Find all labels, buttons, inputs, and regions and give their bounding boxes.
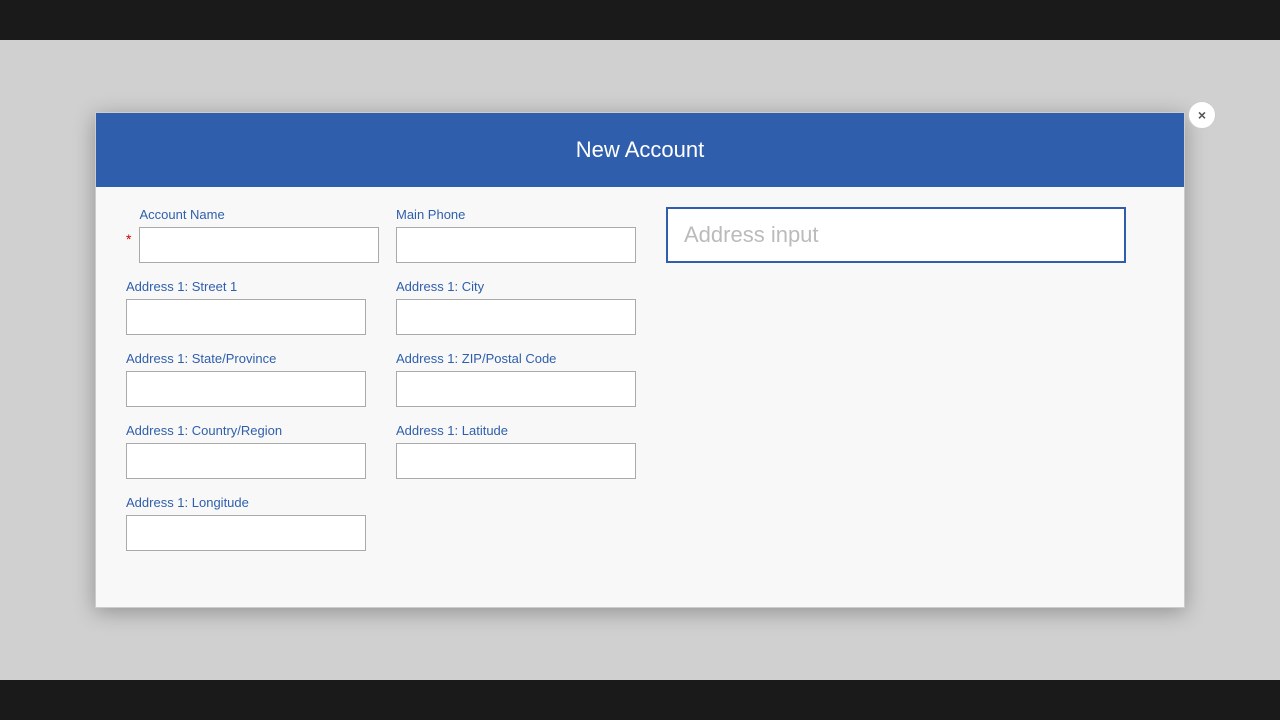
country-input[interactable]: [126, 443, 366, 479]
street1-label: Address 1: Street 1: [126, 279, 366, 294]
modal-title: New Account: [576, 137, 704, 163]
account-name-label: Account Name: [139, 207, 379, 222]
state-label: Address 1: State/Province: [126, 351, 366, 366]
bottom-taskbar: [0, 680, 1280, 720]
top-taskbar: [0, 0, 1280, 40]
country-group: Address 1: Country/Region: [126, 423, 366, 479]
form-row-3: Address 1: State/Province Address 1: ZIP…: [126, 351, 1154, 407]
account-name-group-wrapper: * Account Name: [126, 207, 366, 263]
account-name-input[interactable]: [139, 227, 379, 263]
longitude-label: Address 1: Longitude: [126, 495, 366, 510]
state-group: Address 1: State/Province: [126, 351, 366, 407]
latitude-label: Address 1: Latitude: [396, 423, 636, 438]
form-row-4: Address 1: Country/Region Address 1: Lat…: [126, 423, 1154, 479]
zip-input[interactable]: [396, 371, 636, 407]
latitude-group: Address 1: Latitude: [396, 423, 636, 479]
new-account-modal: New Account × * Account Name Main Phone: [95, 112, 1185, 608]
form-row-1: * Account Name Main Phone: [126, 207, 1154, 263]
street1-input[interactable]: [126, 299, 366, 335]
close-button[interactable]: ×: [1188, 101, 1216, 129]
zip-group: Address 1: ZIP/Postal Code: [396, 351, 636, 407]
form-row-5: Address 1: Longitude: [126, 495, 1154, 551]
longitude-group: Address 1: Longitude: [126, 495, 366, 551]
account-name-group: Account Name: [139, 207, 379, 263]
state-input[interactable]: [126, 371, 366, 407]
main-phone-input[interactable]: [396, 227, 636, 263]
latitude-input[interactable]: [396, 443, 636, 479]
required-indicator: *: [126, 231, 131, 247]
longitude-input[interactable]: [126, 515, 366, 551]
country-label: Address 1: Country/Region: [126, 423, 366, 438]
modal-header: New Account ×: [96, 113, 1184, 187]
main-phone-label: Main Phone: [396, 207, 636, 222]
modal-body: * Account Name Main Phone Address 1: Str…: [96, 187, 1184, 607]
city-label: Address 1: City: [396, 279, 636, 294]
address-input-group: [666, 207, 1126, 263]
city-group: Address 1: City: [396, 279, 636, 335]
zip-label: Address 1: ZIP/Postal Code: [396, 351, 636, 366]
street1-group: Address 1: Street 1: [126, 279, 366, 335]
city-input[interactable]: [396, 299, 636, 335]
address-input-field[interactable]: [666, 207, 1126, 263]
main-phone-group: Main Phone: [396, 207, 636, 263]
form-row-2: Address 1: Street 1 Address 1: City: [126, 279, 1154, 335]
